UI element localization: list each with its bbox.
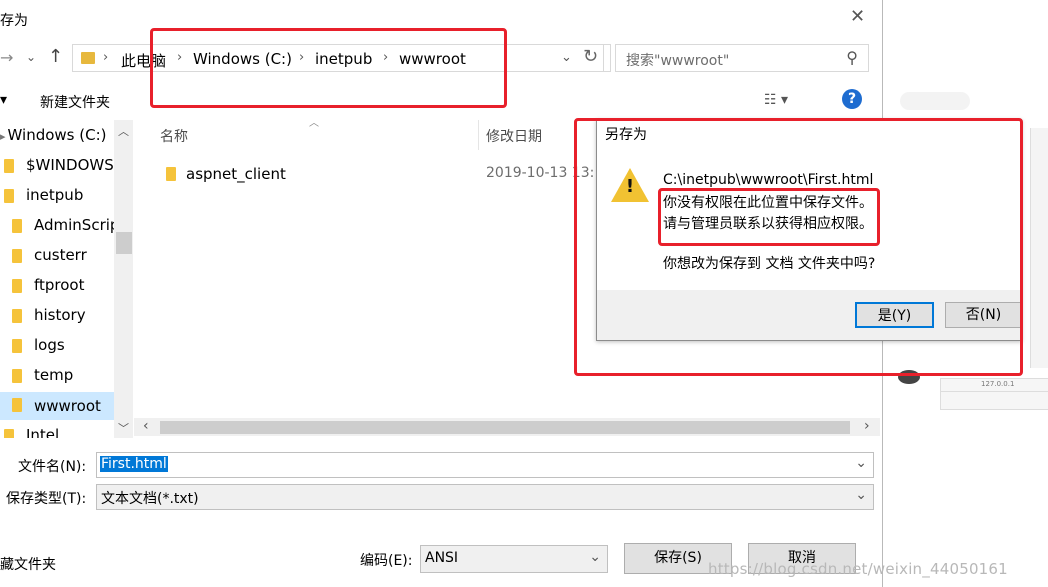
encoding-label: 编码(E): <box>360 553 413 569</box>
up-arrow-icon[interactable]: ↑ <box>48 46 63 67</box>
scroll-down-icon[interactable]: ﹀ <box>118 420 129 436</box>
nav-item-ftproot[interactable]: ftproot <box>12 276 85 294</box>
encoding-value: ANSI <box>425 550 459 566</box>
h-scroll-thumb[interactable] <box>160 421 850 434</box>
nav-item-label: inetpub <box>26 186 84 204</box>
nav-item-temp[interactable]: temp <box>12 366 73 384</box>
nav-item-drive[interactable]: ▸ Windows (C:) <box>0 126 107 144</box>
nav-item-wwwroot-selected[interactable]: wwwroot <box>0 392 114 420</box>
tab-text: 127.0.0.1 <box>981 380 1015 388</box>
annotation-box <box>574 118 1023 376</box>
folder-icon <box>4 158 14 173</box>
nav-item-history[interactable]: history <box>12 306 86 324</box>
file-name: aspnet_client <box>186 165 286 183</box>
folder-icon <box>81 52 95 64</box>
nav-item-label: Windows (C:) <box>7 126 107 144</box>
folder-icon <box>12 218 22 233</box>
chevron-down-icon[interactable]: ⌄ <box>589 549 601 565</box>
nav-scrollbar[interactable] <box>114 120 133 438</box>
close-icon[interactable]: ✕ <box>850 6 865 27</box>
filename-field[interactable]: First.html ⌄ <box>96 452 874 478</box>
folder-icon <box>166 167 176 181</box>
nav-item-label: ftproot <box>34 276 85 294</box>
nav-item-label: temp <box>34 366 74 384</box>
nav-scroll-thumb[interactable] <box>116 232 132 254</box>
search-placeholder: 搜索"wwwroot" <box>626 53 730 69</box>
search-input[interactable]: 搜索"wwwroot" ⚲ <box>615 44 869 72</box>
dialog-title: 存为 <box>0 13 28 29</box>
chevron-down-icon[interactable]: ⌄ <box>855 487 867 503</box>
filename-value: First.html <box>100 456 168 472</box>
annotation-box <box>658 188 880 246</box>
hide-folders-link[interactable]: 藏文件夹 <box>0 554 56 574</box>
nav-item-label: history <box>34 306 86 324</box>
search-icon: ⚲ <box>846 48 858 67</box>
filename-label: 文件名(N): <box>18 459 87 475</box>
help-icon[interactable]: ? <box>842 89 862 109</box>
column-name[interactable]: 名称 <box>160 126 188 146</box>
nav-item-windows-bt[interactable]: $WINDOWS. <box>4 156 119 174</box>
folder-icon <box>4 428 14 438</box>
nav-item-custerr[interactable]: custerr <box>12 246 87 264</box>
file-row[interactable]: aspnet_client 2019-10-13 13: <box>160 164 600 186</box>
browser-thumbnail: 127.0.0.1 <box>940 378 1048 410</box>
folder-icon <box>12 308 22 323</box>
chevron-down-icon[interactable]: ⌄ <box>855 455 867 471</box>
scroll-left-icon[interactable]: ‹ <box>143 418 149 434</box>
nav-item-intel[interactable]: Intel <box>4 426 59 438</box>
nav-item-inetpub[interactable]: inetpub <box>4 186 83 204</box>
sort-indicator-icon: ︿ <box>309 118 319 129</box>
back-arrow-icon[interactable]: → <box>0 48 13 67</box>
filetype-value: 文本文档(*.txt) <box>101 491 199 507</box>
nav-item-logs[interactable]: logs <box>12 336 65 354</box>
encoding-select[interactable]: ANSI ⌄ <box>420 545 608 573</box>
nav-item-label: Intel <box>26 426 60 438</box>
view-options-icon[interactable]: ☷ ▾ <box>764 92 788 108</box>
scroll-up-icon[interactable]: ︿ <box>118 123 129 139</box>
watermark-text: https://blog.csdn.net/weixin_44050161 <box>708 560 1008 578</box>
folder-icon <box>12 398 22 412</box>
filetype-select[interactable]: 文本文档(*.txt) ⌄ <box>96 484 874 510</box>
chevron-icon: › <box>103 50 109 65</box>
recent-chevron-icon[interactable]: ⌄ <box>26 50 36 64</box>
filetype-label: 保存类型(T): <box>6 491 87 507</box>
nav-item-label: AdminScrip <box>34 216 120 234</box>
folder-icon <box>12 248 22 263</box>
scroll-right-icon[interactable]: › <box>864 418 870 434</box>
organize-chevron-icon[interactable]: ▾ <box>0 92 7 108</box>
folder-icon <box>4 188 14 203</box>
folder-icon <box>12 338 22 353</box>
nav-item-label: $WINDOWS. <box>26 156 119 174</box>
refresh-icon[interactable]: ↻ <box>583 46 598 67</box>
nav-item-label: custerr <box>34 246 87 264</box>
nav-item-label: logs <box>34 336 65 354</box>
column-modified[interactable]: 修改日期 <box>486 126 542 146</box>
new-folder-button[interactable]: 新建文件夹 <box>40 92 110 112</box>
nav-item-adminscripts[interactable]: AdminScrip <box>12 216 119 234</box>
annotation-box <box>150 28 507 108</box>
nav-item-label: wwwroot <box>34 396 101 415</box>
dropdown-icon[interactable]: ⌄ <box>561 50 572 65</box>
folder-icon <box>12 278 22 293</box>
folder-icon <box>12 368 22 383</box>
